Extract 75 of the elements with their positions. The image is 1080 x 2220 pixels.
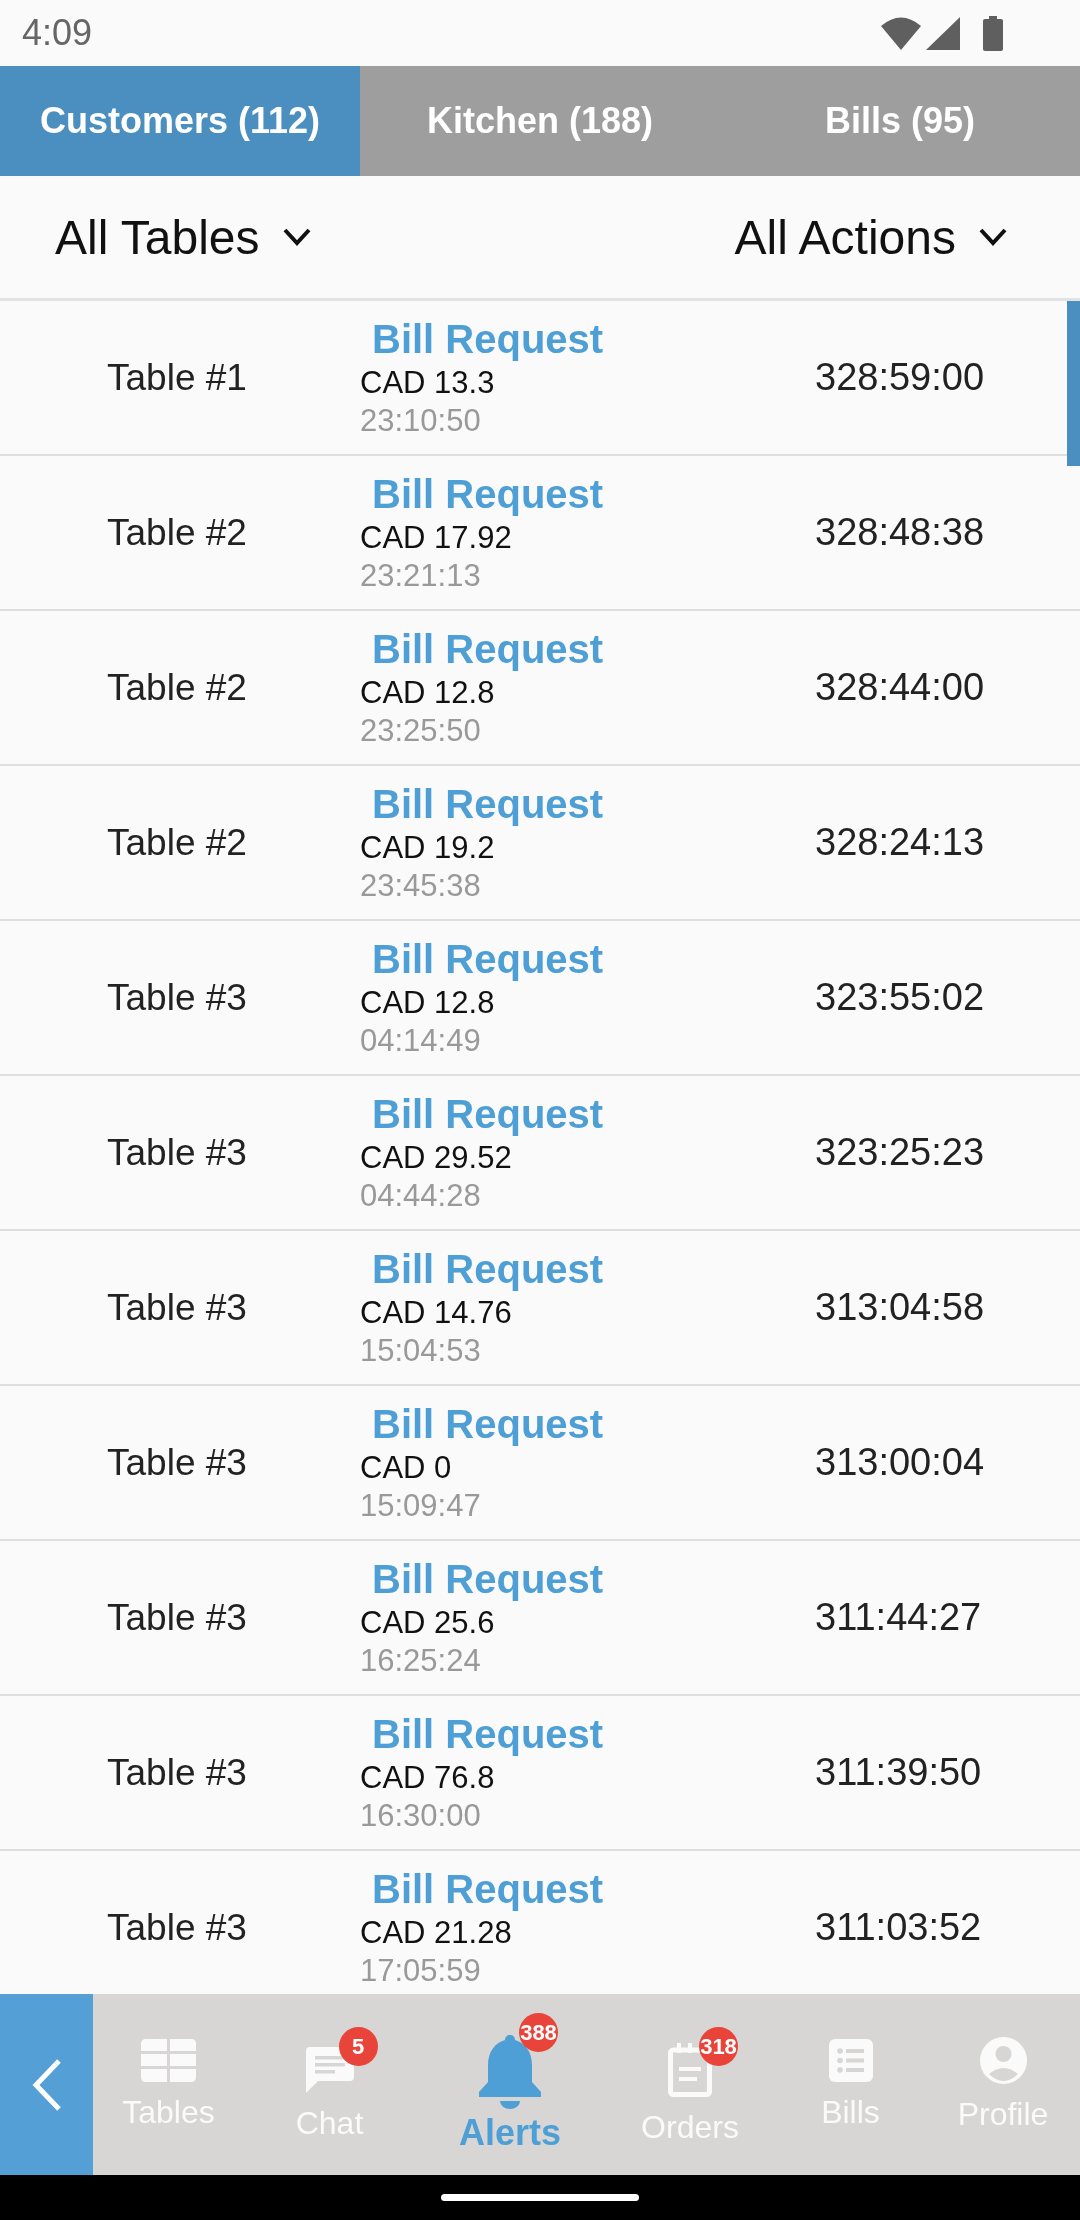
notification-badge: 318: [699, 2027, 738, 2066]
request-time: 04:14:49: [360, 1022, 481, 1060]
home-indicator[interactable]: [441, 2194, 639, 2201]
chevron-down-icon: [978, 227, 1008, 247]
elapsed-time: 313:00:04: [815, 1441, 985, 1484]
table-label: Table #2: [107, 821, 247, 864]
action-title: Bill Request: [372, 316, 604, 363]
notification-badge: 5: [338, 2027, 378, 2066]
amount-text: CAD 25.6: [360, 1604, 495, 1642]
elapsed-time: 313:04:58: [815, 1286, 985, 1329]
elapsed-time: 323:25:23: [815, 1131, 985, 1174]
table-label: Table #3: [107, 1441, 247, 1484]
amount-text: CAD 12.8: [360, 674, 495, 712]
table-label: Table #3: [107, 1131, 247, 1174]
table-label: Table #1: [107, 356, 247, 399]
table-label: Table #3: [107, 1596, 247, 1639]
elapsed-time: 311:44:27: [815, 1596, 982, 1639]
amount-text: CAD 12.8: [360, 984, 495, 1022]
back-button[interactable]: [0, 1994, 93, 2175]
category-tab[interactable]: Bills (95): [720, 66, 1080, 176]
list-icon: [828, 2039, 873, 2082]
request-time: 15:04:53: [360, 1332, 481, 1370]
action-title: Bill Request: [372, 1866, 604, 1913]
action-title: Bill Request: [372, 1091, 604, 1138]
elapsed-time: 311:03:52: [815, 1906, 982, 1949]
table-label: Table #2: [107, 666, 247, 709]
table-label: Table #3: [107, 1906, 247, 1949]
table-label: Table #3: [107, 976, 247, 1019]
amount-text: CAD 14.76: [360, 1294, 512, 1332]
notification-badge: 388: [519, 2013, 558, 2052]
elapsed-time: 328:44:00: [815, 666, 985, 709]
status-time: 4:09: [22, 12, 93, 54]
request-time: 04:44:28: [360, 1177, 481, 1215]
request-time: 17:05:59: [360, 1952, 481, 1990]
amount-text: CAD 19.2: [360, 829, 495, 867]
elapsed-time: 328:48:38: [815, 511, 985, 554]
action-title: Bill Request: [372, 626, 604, 673]
elapsed-time: 323:55:02: [815, 976, 985, 1019]
battery-icon: [983, 15, 1003, 51]
chevron-down-icon: [281, 227, 312, 247]
amount-text: CAD 21.28: [360, 1914, 512, 1952]
action-title: Bill Request: [372, 936, 604, 983]
action-title: Bill Request: [372, 1556, 604, 1603]
amount-text: CAD 0: [360, 1449, 452, 1487]
action-title: Bill Request: [372, 781, 604, 828]
action-title: Bill Request: [372, 471, 604, 518]
table-label: Table #3: [107, 1751, 247, 1794]
table-label: Table #3: [107, 1286, 247, 1329]
amount-text: CAD 29.52: [360, 1139, 512, 1177]
signal-icon: [926, 16, 960, 50]
action-title: Bill Request: [372, 1246, 604, 1293]
category-tab[interactable]: Kitchen (188): [360, 66, 720, 176]
request-time: 16:25:24: [360, 1642, 481, 1680]
request-time: 15:09:47: [360, 1487, 481, 1525]
chevron-left-icon: [30, 2057, 63, 2112]
request-time: 23:45:38: [360, 867, 481, 905]
action-title: Bill Request: [372, 1401, 604, 1448]
amount-text: CAD 76.8: [360, 1759, 495, 1797]
profile-icon: [979, 2037, 1027, 2084]
request-time: 16:30:00: [360, 1797, 481, 1835]
filter-dropdown[interactable]: All Actions: [734, 209, 1008, 265]
elapsed-time: 311:39:50: [815, 1751, 982, 1794]
request-time: 23:21:13: [360, 557, 481, 595]
category-tab[interactable]: Customers (112): [0, 66, 360, 176]
wifi-icon: [881, 16, 921, 50]
table-label: Table #2: [107, 511, 247, 554]
elapsed-time: 328:59:00: [815, 356, 985, 399]
elapsed-time: 328:24:13: [815, 821, 985, 864]
amount-text: CAD 13.3: [360, 364, 495, 402]
request-time: 23:25:50: [360, 712, 481, 750]
amount-text: CAD 17.92: [360, 519, 512, 557]
table-grid-icon: [141, 2039, 196, 2082]
action-title: Bill Request: [372, 1711, 604, 1758]
request-time: 23:10:50: [360, 402, 481, 440]
filter-dropdown[interactable]: All Tables: [55, 209, 312, 265]
